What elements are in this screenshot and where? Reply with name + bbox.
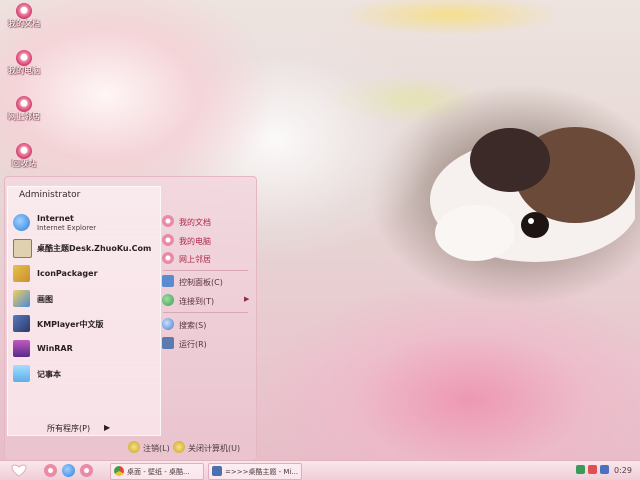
wallpaper-guinea-pig [430,127,635,262]
my-computer-icon [162,234,174,246]
tray-icon[interactable] [600,465,609,474]
menu-separator [163,312,248,313]
window-icon [212,466,222,476]
flower-icon [16,50,32,66]
network-places-icon [162,252,174,264]
start-menu: Administrator Internet Internet Explorer… [4,176,257,461]
desktop-icon-network-places[interactable]: 网上邻居 [2,96,46,121]
search-icon [162,318,174,330]
menu-item-network-places[interactable]: 网上邻居 [162,252,252,266]
tray-icon[interactable] [576,465,585,474]
program-kmplayer[interactable]: KMPlayer中文版 [13,313,158,335]
start-button[interactable] [4,463,34,478]
desktop-icon-recycle-bin[interactable]: 回收站 [2,143,46,168]
internet-explorer-icon[interactable] [62,464,75,477]
desktop: 我的文档 我的电脑 网上邻居 回收站 Administrator Interne… [0,0,640,480]
menu-item-search[interactable]: 搜索(S) [162,318,252,332]
notepad-icon [13,365,30,382]
program-notepad[interactable]: 记事本 [13,363,158,385]
desktop-icon-my-computer[interactable]: 我的电脑 [2,50,46,75]
menu-item-control-panel[interactable]: 控制面板(C) [162,275,252,289]
program-iconpackager[interactable]: IconPackager [13,263,158,285]
taskbar-button-zhuoku-wallpaper[interactable]: 桌面 - 壁纸 - 桌酷... [110,463,204,480]
menu-item-my-documents[interactable]: 我的文档 [162,215,252,229]
all-programs-button[interactable]: 所有程序(P) [47,423,90,434]
program-winrar[interactable]: WinRAR [13,338,158,360]
menu-item-my-computer[interactable]: 我的电脑 [162,234,252,248]
connect-to-icon [162,294,174,306]
log-off-icon [128,441,140,453]
menu-separator [163,270,248,271]
all-programs-arrow-icon: ▶ [104,423,111,432]
program-paint[interactable]: 画图 [13,288,158,310]
taskbar-button-zhuoku-theme[interactable]: =>>>桌酷主题 - Mi... [208,463,302,480]
shut-down-icon [173,441,185,453]
quick-launch-icon[interactable] [80,464,93,477]
shut-down-button[interactable]: 关闭计算机(U) [173,441,243,455]
flower-icon [16,3,32,19]
control-panel-icon [162,275,174,287]
menu-item-connect-to[interactable]: 连接到(T) ▶ [162,294,252,308]
taskbar: 桌面 - 壁纸 - 桌酷... =>>>桌酷主题 - Mi... 0:29 [0,460,640,480]
pinned-internet-explorer[interactable]: Internet Internet Explorer [13,212,158,234]
my-documents-icon [162,215,174,227]
flower-icon [16,143,32,159]
run-icon [162,337,174,349]
log-off-button[interactable]: 注销(L) [128,441,172,455]
clock[interactable]: 0:29 [614,466,632,475]
system-tray: 0:29 [574,463,638,478]
menu-item-run[interactable]: 运行(R) [162,337,252,351]
zhuoku-theme-icon [13,239,32,258]
start-menu-user-name: Administrator [19,190,81,200]
iconpackager-icon [13,265,30,282]
paint-icon [13,290,30,307]
chrome-icon [114,466,124,476]
internet-explorer-icon [13,214,30,231]
tray-icon[interactable] [588,465,597,474]
kmplayer-icon [13,315,30,332]
flower-icon [16,96,32,112]
chevron-right-icon: ▶ [244,295,250,303]
winrar-icon [13,340,30,357]
desktop-icon-my-documents[interactable]: 我的文档 [2,3,46,28]
pinned-zhuoku-theme[interactable]: 桌酷主题Desk.ZhuoKu.Com [13,237,158,259]
show-desktop-icon[interactable] [44,464,57,477]
